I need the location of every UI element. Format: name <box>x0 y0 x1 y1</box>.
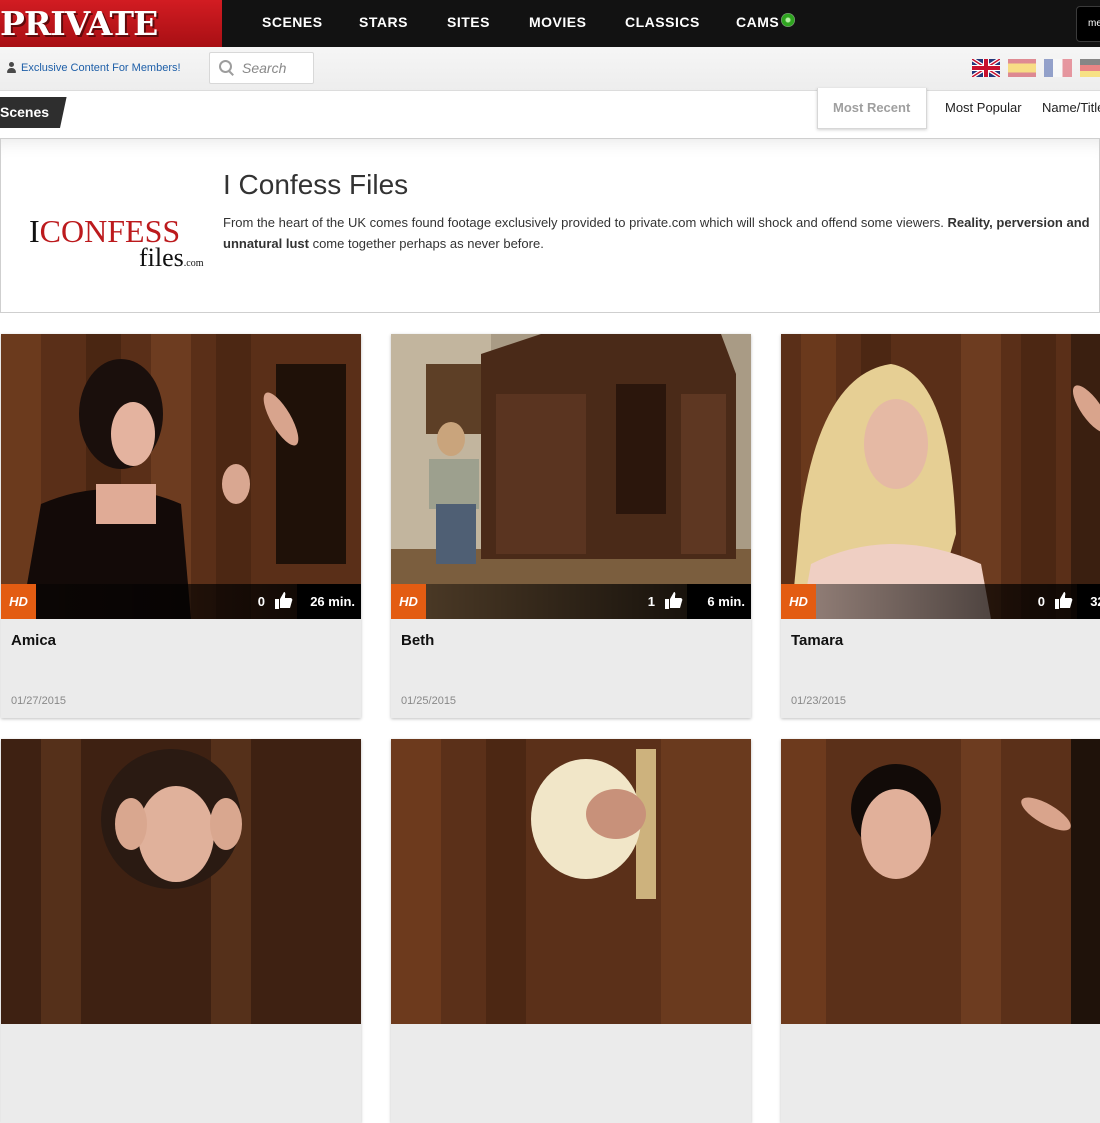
site-title: I Confess Files <box>223 169 409 200</box>
thumbs-up-icon[interactable] <box>1055 591 1073 609</box>
scene-duration: 6 min. <box>687 584 751 619</box>
scene-date: 01/23/2015 <box>791 695 847 707</box>
sort-name-title[interactable]: Name/Title <box>1042 100 1100 115</box>
sort-most-popular[interactable]: Most Popular <box>945 100 1022 115</box>
sort-most-recent-label: Most Recent <box>833 100 911 115</box>
scene-thumbnail[interactable]: HD 0 32 min. <box>781 334 1100 619</box>
like-count: 0 <box>1037 594 1045 609</box>
sub-bar: Exclusive Content For Members! <box>0 47 1100 91</box>
scene-card[interactable]: HD 0 26 min. Amica 01/27/2015 <box>1 334 361 718</box>
scene-thumbnail[interactable]: HD 1 6 min. <box>391 334 751 619</box>
scene-date: 01/27/2015 <box>11 695 67 707</box>
site-banner: ICONFESS files.com I Confess Files From … <box>0 138 1100 313</box>
site-description: From the heart of the UK comes found foo… <box>223 215 1090 251</box>
scene-meta-bar: HD 1 6 min. <box>391 584 751 619</box>
scene-title[interactable]: Tamara <box>791 632 843 649</box>
scene-duration: 32 min. <box>1077 584 1100 619</box>
scene-card[interactable] <box>391 739 751 1123</box>
search-box[interactable] <box>209 52 314 84</box>
logo-text: PRIVATE <box>0 4 158 43</box>
nav-sites[interactable]: SITES <box>447 14 490 30</box>
nav-stars[interactable]: STARS <box>359 14 408 30</box>
scene-meta-bar: HD 0 26 min. <box>1 584 361 619</box>
scene-date: 01/25/2015 <box>401 695 457 707</box>
private-logo[interactable]: PRIVATE <box>0 0 222 47</box>
iconfess-files-logo[interactable]: ICONFESS files.com <box>29 215 211 275</box>
nav-movies[interactable]: MOVIES <box>529 14 586 30</box>
scene-title[interactable]: Beth <box>401 632 434 649</box>
exclusive-content-link[interactable]: Exclusive Content For Members! <box>21 62 181 74</box>
logo-line2: files.com <box>139 243 204 272</box>
sort-most-recent-tab[interactable]: Most Recent <box>817 88 927 129</box>
cams-live-icon <box>781 13 795 27</box>
scene-thumbnail[interactable] <box>781 739 1100 1024</box>
nav-classics[interactable]: CLASSICS <box>625 14 700 30</box>
like-count: 0 <box>257 594 265 609</box>
nav-scenes[interactable]: SCENES <box>262 14 323 30</box>
thumbs-up-icon[interactable] <box>665 591 683 609</box>
member-button[interactable]: me <box>1076 6 1100 42</box>
search-input[interactable] <box>240 57 314 79</box>
nav-cams[interactable]: CAMS <box>736 14 779 30</box>
scene-card[interactable]: HD 0 32 min. Tamara 01/23/2015 <box>781 334 1100 718</box>
scene-card[interactable] <box>781 739 1100 1123</box>
scene-title[interactable]: Amica <box>11 632 56 649</box>
scene-card[interactable]: HD 1 6 min. Beth 01/25/2015 <box>391 334 751 718</box>
top-navigation: PRIVATE SCENES STARS SITES MOVIES CLASSI… <box>0 0 1100 47</box>
scene-card[interactable] <box>1 739 361 1123</box>
user-icon <box>6 62 17 74</box>
thumbs-up-icon[interactable] <box>275 591 293 609</box>
flag-de-icon[interactable] <box>1080 59 1100 77</box>
scene-meta-bar: HD 0 32 min. <box>781 584 1100 619</box>
scene-thumbnail[interactable] <box>1 739 361 1024</box>
scene-thumbnail[interactable] <box>391 739 751 1024</box>
flag-uk-icon[interactable] <box>970 57 1002 79</box>
member-button-label: me <box>1088 18 1100 29</box>
section-label: Scenes <box>0 104 50 120</box>
search-icon[interactable] <box>219 60 234 76</box>
like-count: 1 <box>647 594 655 609</box>
hd-badge: HD <box>391 584 426 619</box>
hd-badge: HD <box>1 584 36 619</box>
flag-fr-icon[interactable] <box>1044 59 1072 77</box>
flag-es-icon[interactable] <box>1008 59 1036 77</box>
scene-thumbnail[interactable]: HD 0 26 min. <box>1 334 361 619</box>
scene-duration: 26 min. <box>297 584 361 619</box>
hd-badge: HD <box>781 584 816 619</box>
